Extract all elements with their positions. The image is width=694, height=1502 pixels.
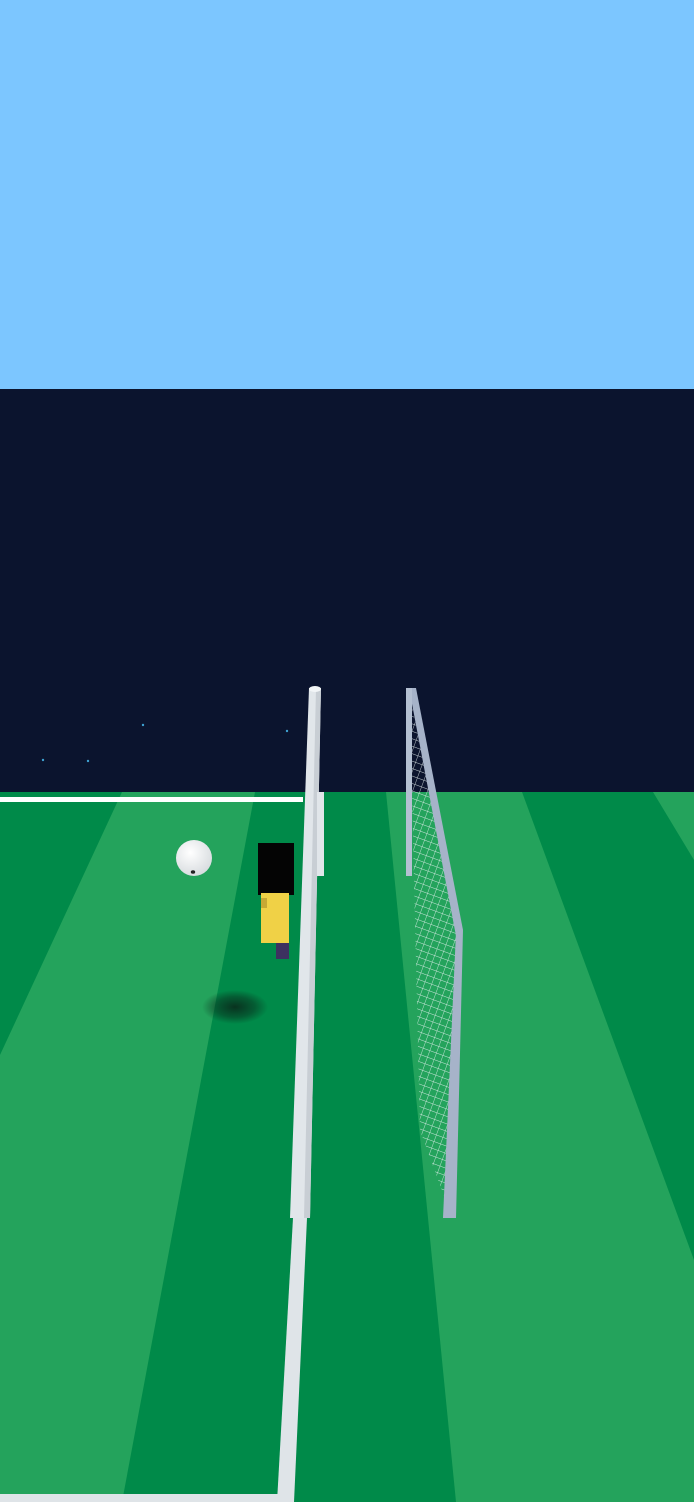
game-scene-canvas[interactable]	[0, 0, 694, 1502]
player-shorts	[276, 943, 289, 959]
soccer-ball[interactable]	[176, 840, 212, 876]
sky	[0, 0, 694, 390]
goal-line	[0, 797, 303, 802]
player-shadow	[202, 990, 268, 1024]
bottom-line	[0, 1494, 290, 1502]
game-viewport[interactable]	[0, 0, 694, 1502]
player-hair	[258, 843, 294, 895]
goalkeeper-figure[interactable]	[258, 843, 294, 959]
